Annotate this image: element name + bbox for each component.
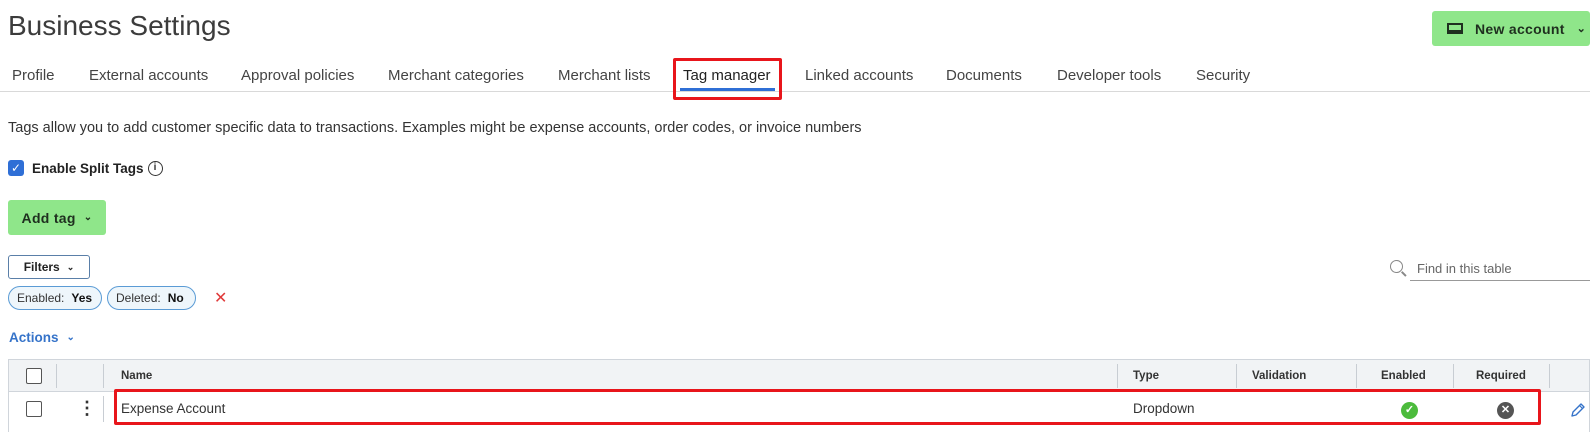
highlight-box-row: [114, 389, 1541, 425]
column-divider: [1453, 364, 1454, 388]
column-divider: [1356, 364, 1357, 388]
filters-label: Filters: [23, 260, 60, 274]
table-search: [1390, 257, 1590, 281]
column-divider: [1549, 364, 1550, 388]
new-account-label: New account: [1475, 20, 1565, 37]
tab-approval-policies[interactable]: Approval policies: [241, 67, 354, 84]
split-tags-label: Enable Split Tags: [32, 160, 144, 176]
chevron-down-icon: ⌄: [66, 332, 75, 343]
chip-name: Enabled:: [17, 291, 65, 305]
card-icon: [1447, 23, 1463, 34]
column-divider: [103, 364, 104, 388]
new-account-button[interactable]: New account ⌄: [1432, 11, 1590, 46]
actions-menu[interactable]: Actions ⌄: [9, 330, 75, 345]
column-header-required[interactable]: Required: [1476, 360, 1526, 392]
chip-value: No: [167, 291, 184, 305]
column-divider: [1236, 364, 1237, 388]
filters-button[interactable]: Filters ⌄: [8, 255, 90, 279]
chevron-down-icon: ⌄: [83, 212, 93, 223]
page-title: Business Settings: [8, 10, 231, 41]
tab-profile[interactable]: Profile: [12, 67, 55, 84]
column-header-name[interactable]: Name: [121, 360, 152, 392]
select-all-checkbox[interactable]: [26, 368, 42, 384]
tab-merchant-lists[interactable]: Merchant lists: [558, 67, 651, 84]
column-divider: [103, 396, 104, 422]
clear-filters-icon[interactable]: ✕: [214, 288, 227, 308]
edit-pencil-icon[interactable]: [1568, 400, 1588, 420]
tab-documents[interactable]: Documents: [946, 67, 1022, 84]
chevron-down-icon: ⌄: [1576, 23, 1587, 35]
filter-chip-enabled[interactable]: Enabled: Yes: [8, 286, 102, 310]
tab-bar: Profile External accounts Approval polic…: [0, 60, 1590, 92]
chip-value: Yes: [71, 291, 93, 305]
row-menu-icon[interactable]: ⋮: [78, 398, 96, 418]
actions-label: Actions: [9, 330, 59, 345]
search-input[interactable]: [1410, 257, 1590, 281]
tab-linked-accounts[interactable]: Linked accounts: [805, 67, 913, 84]
column-divider: [1117, 364, 1118, 388]
search-icon: [1390, 260, 1403, 273]
add-tag-button[interactable]: Add tag ⌄: [8, 200, 106, 235]
chevron-down-icon: ⌄: [66, 261, 75, 272]
column-header-enabled[interactable]: Enabled: [1381, 360, 1426, 392]
filter-chip-deleted[interactable]: Deleted: No: [107, 286, 196, 310]
tab-developer-tools[interactable]: Developer tools: [1057, 67, 1161, 84]
highlight-box-tab: [673, 58, 782, 100]
info-icon[interactable]: i: [147, 160, 163, 176]
column-header-type[interactable]: Type: [1133, 360, 1159, 392]
column-header-validation[interactable]: Validation: [1252, 360, 1306, 392]
table-header: Name Type Validation Enabled Required: [9, 360, 1589, 392]
split-tags-row: ✓ Enable Split Tags i: [8, 160, 163, 176]
chip-name: Deleted:: [116, 291, 161, 305]
row-select-checkbox[interactable]: [26, 401, 42, 417]
add-tag-label: Add tag: [21, 209, 76, 226]
tab-security[interactable]: Security: [1196, 67, 1250, 84]
tags-description: Tags allow you to add customer specific …: [8, 120, 862, 136]
tab-merchant-categories[interactable]: Merchant categories: [388, 67, 524, 84]
tab-external-accounts[interactable]: External accounts: [89, 67, 208, 84]
split-tags-checkbox[interactable]: ✓: [8, 160, 24, 176]
column-divider: [56, 364, 57, 388]
